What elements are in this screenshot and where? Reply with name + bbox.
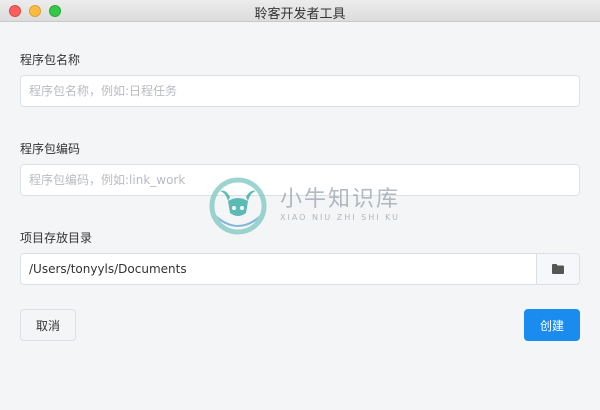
package-code-label: 程序包编码	[20, 142, 81, 156]
title-bar: 聆客开发者工具	[0, 0, 600, 22]
package-name-input[interactable]	[20, 75, 580, 107]
folder-icon	[552, 264, 564, 274]
directory-picker	[20, 253, 580, 285]
watermark-subtitle: XIAO NIU ZHI SHI KU	[280, 213, 401, 222]
directory-label: 项目存放目录	[20, 231, 93, 245]
watermark-logo: 小牛知识库 XIAO NIU ZHI SHI KU	[206, 175, 406, 239]
cancel-button[interactable]: 取消	[20, 309, 76, 341]
browse-directory-button[interactable]	[536, 253, 580, 285]
package-name-label: 程序包名称	[20, 53, 81, 67]
app-window: 聆客开发者工具 程序包名称 程序包编码 小牛知识库 XIAO NIU ZHI S…	[0, 0, 600, 410]
create-button[interactable]: 创建	[524, 309, 580, 341]
bull-logo-icon	[209, 177, 267, 235]
directory-input[interactable]	[20, 253, 536, 285]
window-title: 聆客开发者工具	[254, 7, 346, 22]
watermark-title: 小牛知识库	[280, 187, 401, 212]
